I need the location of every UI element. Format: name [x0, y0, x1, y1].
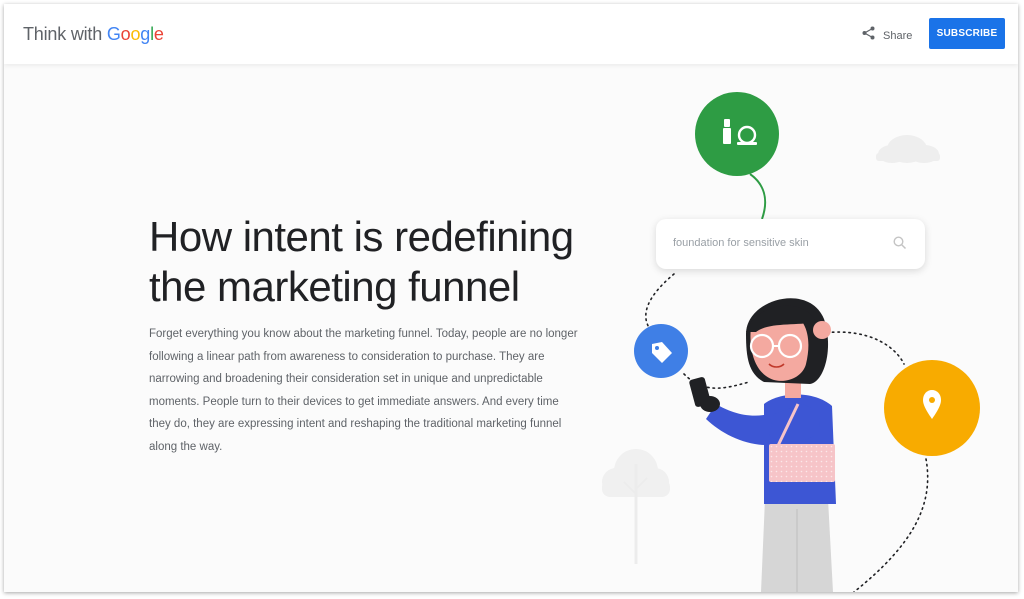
search-bar-card: foundation for sensitive skin: [656, 219, 925, 269]
page-title: How intent is redefining the marketing f…: [149, 213, 574, 310]
share-label: Share: [883, 29, 913, 42]
logo-letter: G: [106, 24, 121, 44]
search-query: foundation for sensitive skin: [673, 237, 809, 249]
logo-letter: g: [140, 24, 151, 44]
logo-letter: o: [130, 24, 141, 44]
connector-line: [749, 173, 767, 220]
subscribe-button[interactable]: SUBSCRIBE: [929, 18, 1005, 49]
person-figure: [689, 298, 836, 592]
logo-letter: o: [120, 24, 131, 44]
logo-letter: e: [153, 24, 164, 44]
tree-decoration: [602, 449, 670, 564]
browser-page: Think with Google Share SUBSCRIBE How in…: [4, 4, 1018, 592]
logo-prefix: Think with: [23, 24, 107, 44]
hero-section: How intent is redefining the marketing f…: [4, 64, 1018, 592]
page-description: Forget everything you know about the mar…: [149, 328, 578, 453]
share-icon: [862, 26, 875, 45]
search-icon: [893, 236, 907, 255]
think-with-google-logo[interactable]: Think with Google: [23, 24, 164, 45]
cloud-decoration: [876, 135, 940, 163]
location-pin-icon: [884, 360, 980, 456]
makeup-icon: [695, 92, 779, 176]
google-wordmark: Google: [107, 24, 164, 44]
site-header: Think with Google Share SUBSCRIBE: [4, 4, 1018, 64]
share-button[interactable]: Share: [862, 26, 912, 45]
price-tag-icon: [634, 324, 688, 378]
